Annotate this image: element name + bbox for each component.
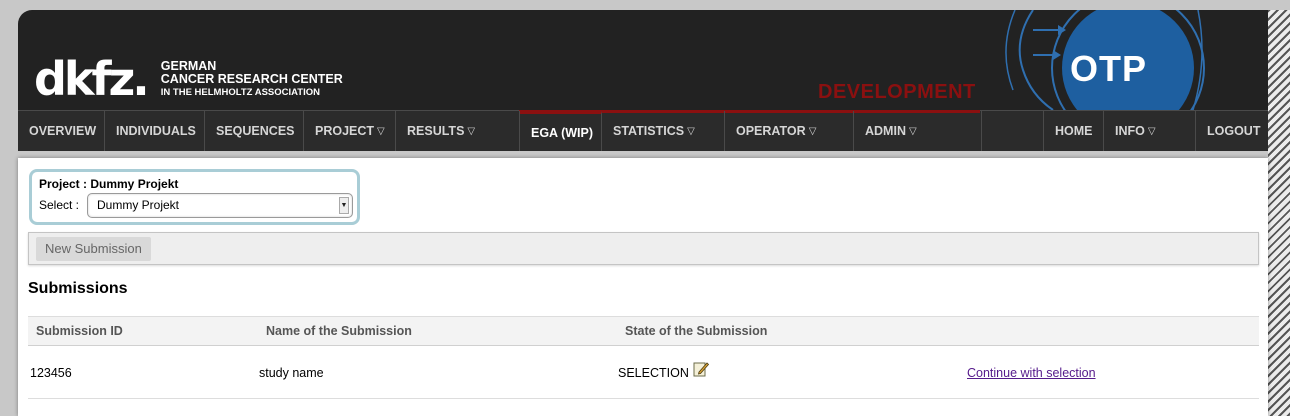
nav-label: OPERATOR: [736, 124, 806, 138]
nav-label: OVERVIEW: [29, 124, 97, 138]
column-header-submission-id: Submission ID: [36, 324, 123, 338]
nav-info[interactable]: INFO ▽: [1104, 111, 1196, 151]
main-content: Project : Dummy Projekt Select : Dummy P…: [18, 158, 1268, 416]
nav-label: RESULTS: [407, 124, 465, 138]
logo-line-1: GERMAN: [160, 58, 217, 73]
decorative-stripe: [1268, 10, 1290, 416]
column-header-name: Name of the Submission: [266, 324, 412, 338]
nav-label: STATISTICS: [613, 124, 685, 138]
dropdown-triangle-icon: ▽: [808, 125, 817, 137]
table-row: 123456 study name SELECTION Continue wit…: [28, 347, 1259, 399]
nav-label: INFO: [1115, 124, 1145, 138]
dkfz-logo[interactable]: dkfz. GERMAN CANCER RESEARCH CENTER IN T…: [34, 56, 343, 102]
nav-ega[interactable]: EGA (WIP): [520, 111, 602, 151]
nav-home[interactable]: HOME: [1043, 111, 1104, 151]
project-select-label: Select :: [39, 198, 80, 212]
nav-label: LOGOUT: [1207, 124, 1261, 138]
nav-results[interactable]: RESULTS ▽: [396, 111, 520, 151]
nav-admin[interactable]: ADMIN ▽: [854, 111, 982, 151]
nav-sequences[interactable]: SEQUENCES: [205, 111, 304, 151]
dropdown-triangle-icon: ▽: [1147, 125, 1156, 137]
dropdown-triangle-icon: ▽: [687, 125, 695, 137]
nav-label: PROJECT: [315, 124, 375, 138]
project-selector: Project : Dummy Projekt Select : Dummy P…: [29, 169, 360, 225]
dropdown-triangle-icon: ▽: [377, 125, 385, 137]
new-submission-button[interactable]: New Submission: [36, 237, 151, 261]
header: dkfz. GERMAN CANCER RESEARCH CENTER IN T…: [18, 10, 1268, 110]
continue-with-selection-link[interactable]: Continue with selection: [967, 366, 1096, 380]
column-header-state: State of the Submission: [625, 324, 768, 338]
submissions-table-header: Submission ID Name of the Submission Sta…: [28, 316, 1259, 346]
project-select-value: Dummy Projekt: [97, 198, 180, 212]
edit-pencil-icon[interactable]: [693, 361, 709, 377]
nav-operator[interactable]: OPERATOR ▽: [725, 111, 854, 151]
submission-toolbar: New Submission: [28, 232, 1259, 265]
main-navigation: OVERVIEW INDIVIDUALS SEQUENCES PROJECT ▽…: [18, 110, 1268, 151]
project-title: Project : Dummy Projekt: [39, 177, 179, 191]
nav-label: HOME: [1055, 124, 1093, 138]
nav-label: EGA (WIP): [531, 125, 594, 140]
dropdown-triangle-icon: ▽: [908, 125, 917, 137]
submissions-heading: Submissions: [28, 280, 128, 297]
logo-text: GERMAN CANCER RESEARCH CENTER IN THE HEL…: [160, 58, 343, 99]
project-select[interactable]: Dummy Projekt ▼: [87, 193, 353, 218]
submission-state-cell: SELECTION: [618, 366, 689, 380]
nav-label: SEQUENCES: [216, 124, 295, 138]
nav-individuals[interactable]: INDIVIDUALS: [105, 111, 205, 151]
nav-label: ADMIN: [865, 124, 906, 138]
nav-project[interactable]: PROJECT ▽: [304, 111, 396, 151]
otp-label: OTP: [1070, 48, 1148, 89]
chevron-down-icon: ▼: [339, 197, 349, 214]
logo-line-3: IN THE HELMHOLTZ ASSOCIATION: [160, 86, 320, 98]
submission-name-cell: study name: [259, 366, 324, 380]
logo-mark: dkfz.: [34, 52, 150, 106]
submission-id-cell: 123456: [30, 366, 72, 380]
nav-statistics[interactable]: STATISTICS ▽: [602, 111, 725, 151]
logo-line-2: CANCER RESEARCH CENTER: [160, 71, 343, 86]
dropdown-triangle-icon: ▽: [467, 125, 476, 137]
nav-label: INDIVIDUALS: [116, 124, 196, 138]
environment-label: DEVELOPMENT: [818, 81, 976, 103]
nav-overview[interactable]: OVERVIEW: [18, 111, 105, 151]
nav-logout[interactable]: LOGOUT: [1196, 111, 1268, 151]
